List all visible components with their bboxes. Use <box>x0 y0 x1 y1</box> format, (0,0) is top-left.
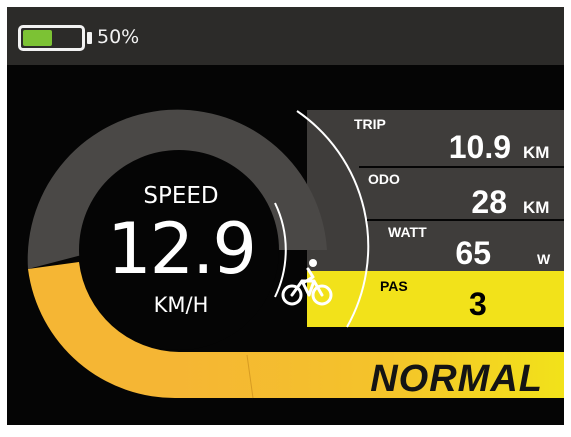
odo-label: ODO <box>368 171 400 187</box>
pas-band <box>307 271 564 327</box>
ebike-display: 50% SPEED 12.9 KM/H TRIP 10.9 KM ODO 28 … <box>7 7 564 425</box>
watt-unit: W <box>537 251 551 267</box>
watt-value: 65 <box>455 235 491 271</box>
speed-value: 12.9 <box>107 208 257 290</box>
trip-unit: KM <box>523 143 550 162</box>
pas-level: 3 <box>469 286 487 322</box>
pas-label: PAS <box>380 278 408 294</box>
trip-value: 10.9 <box>448 129 511 165</box>
speed-unit: KM/H <box>153 293 209 317</box>
trip-label: TRIP <box>354 116 386 132</box>
odo-unit: KM <box>523 198 550 217</box>
odo-value: 28 <box>471 184 507 220</box>
riding-mode: NORMAL <box>370 358 543 400</box>
